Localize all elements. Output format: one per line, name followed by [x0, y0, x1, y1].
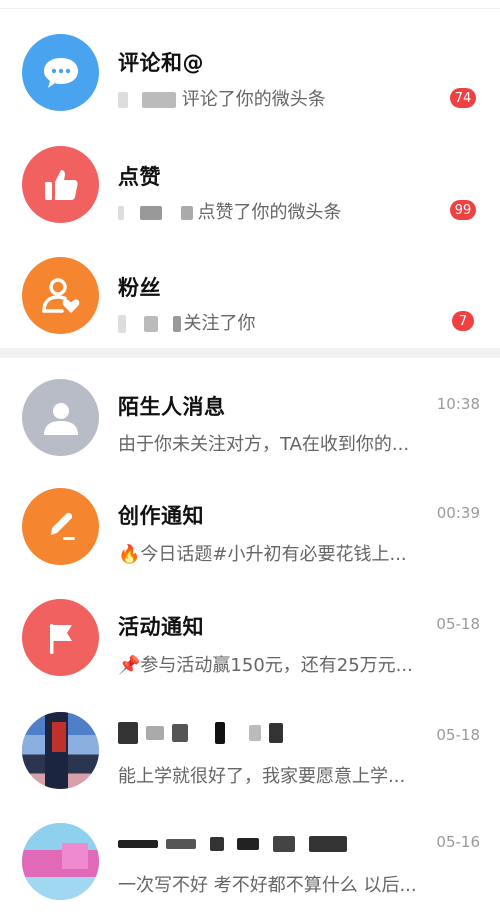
- blurred-username: [237, 838, 260, 850]
- blurred-username: [269, 723, 284, 743]
- message-time: 05-16: [436, 833, 480, 851]
- blurred-username: [143, 316, 158, 332]
- blurred-username: [139, 206, 162, 220]
- fans-badge: 7: [452, 311, 474, 331]
- pixelated-avatar: [52, 722, 66, 752]
- fans-title: 粉丝: [118, 276, 161, 300]
- chat-bubble-icon: [43, 57, 78, 88]
- list-item[interactable]: 创作通知 00:39 🔥今日话题#小升初有必要花钱上...: [0, 470, 500, 581]
- message-time: 05-18: [436, 726, 480, 744]
- blurred-username: [273, 836, 296, 852]
- message-time: 10:38: [436, 395, 480, 413]
- message-preview: 🔥今日话题#小升初有必要花钱上...: [118, 544, 407, 565]
- fan-person-heart-icon: [41, 277, 79, 313]
- section-divider: [0, 348, 500, 358]
- message-title: [118, 720, 284, 744]
- comments-avatar: [22, 34, 99, 111]
- message-preview: 由于你未关注对方，TA在收到你的...: [118, 434, 410, 455]
- thumbs-up-icon: [44, 169, 78, 200]
- comments-text: 评论了你的微头条: [118, 85, 326, 111]
- blurred-username: [141, 92, 176, 108]
- comments-row[interactable]: 评论和@ 评论了你的微头条 74: [0, 9, 500, 121]
- blurred-username: [118, 206, 124, 220]
- likes-text: 点赞了你的微头条: [118, 198, 341, 224]
- list-item[interactable]: 05-16 一次写不好 考不好都不算什么 以后...: [0, 803, 500, 914]
- blurred-username: [145, 726, 164, 740]
- message-title: [118, 831, 348, 855]
- blurred-username: [181, 206, 194, 220]
- blurred-username: [215, 722, 226, 744]
- comments-badge: 74: [450, 88, 476, 108]
- fans-text: 关注了你: [118, 309, 255, 335]
- interaction-section: 评论和@ 评论了你的微头条 74 点赞 点赞了你的微头条 99 粉丝 关注了你 …: [0, 9, 500, 343]
- list-item[interactable]: 陌生人消息 10:38 由于你未关注对方，TA在收到你的...: [0, 358, 500, 470]
- top-edge: [0, 0, 500, 9]
- message-title: 活动通知: [118, 615, 204, 639]
- user-avatar: [22, 712, 99, 789]
- message-time: 00:39: [436, 504, 480, 522]
- blurred-username: [118, 315, 126, 333]
- message-time: 05-18: [436, 615, 480, 633]
- activity-avatar: [22, 599, 99, 676]
- blurred-username: [249, 725, 262, 741]
- blurred-username: [209, 837, 224, 851]
- message-preview: 一次写不好 考不好都不算什么 以后...: [118, 875, 417, 896]
- likes-badge: 99: [450, 200, 476, 220]
- likes-title: 点赞: [118, 165, 161, 189]
- person-icon: [43, 402, 78, 435]
- pixelated-avatar: [62, 843, 88, 869]
- message-preview: 能上学就很好了，我家要愿意上学...: [118, 766, 406, 787]
- likes-avatar: [22, 146, 99, 223]
- flag-icon: [49, 623, 72, 654]
- creation-avatar: [22, 488, 99, 565]
- comments-title: 评论和@: [118, 51, 204, 75]
- blurred-username: [309, 836, 348, 852]
- blurred-username: [173, 316, 182, 332]
- message-preview: 📌参与活动赢150元，还有25万元...: [118, 655, 413, 676]
- list-item[interactable]: 活动通知 05-18 📌参与活动赢150元，还有25万元...: [0, 581, 500, 692]
- fans-row[interactable]: 粉丝 关注了你 7: [0, 232, 500, 343]
- blurred-username: [165, 839, 196, 849]
- list-item[interactable]: 05-18 能上学就很好了，我家要愿意上学...: [0, 692, 500, 803]
- blurred-username: [118, 722, 138, 744]
- message-list: 陌生人消息 10:38 由于你未关注对方，TA在收到你的... 创作通知 00:…: [0, 358, 500, 914]
- stranger-avatar: [22, 379, 99, 456]
- likes-row[interactable]: 点赞 点赞了你的微头条 99: [0, 121, 500, 232]
- message-title: 创作通知: [118, 504, 204, 528]
- pencil-icon: [50, 512, 75, 540]
- blurred-username: [118, 840, 158, 848]
- fans-avatar: [22, 257, 99, 334]
- blurred-username: [118, 92, 128, 108]
- blurred-username: [171, 724, 188, 742]
- user-avatar: [22, 823, 99, 900]
- message-title: 陌生人消息: [118, 395, 226, 419]
